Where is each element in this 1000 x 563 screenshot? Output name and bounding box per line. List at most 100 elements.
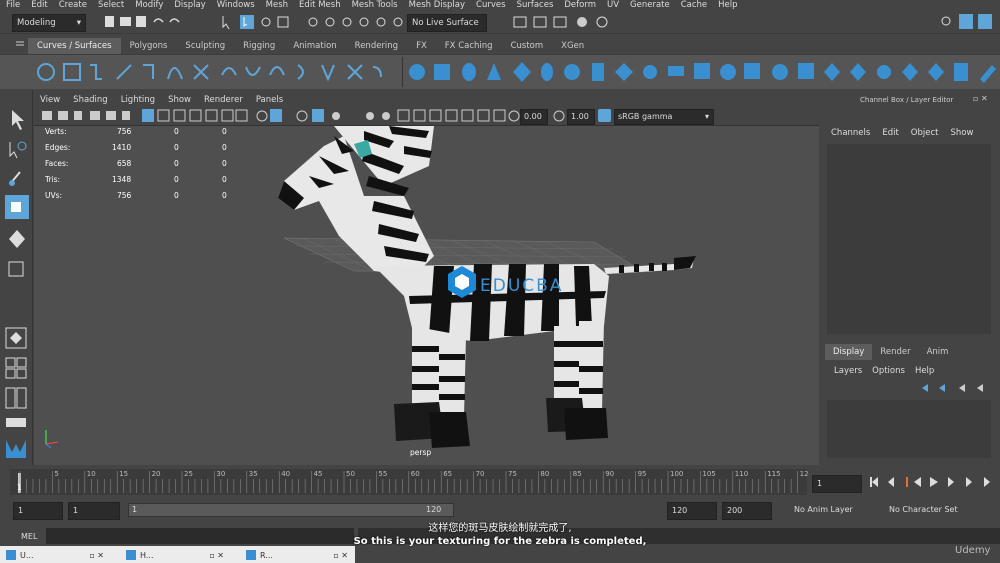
layer-menu: Layers Options Help [834, 366, 934, 376]
timeline-tick-label: 115 [767, 470, 780, 478]
menu-mesh[interactable]: Mesh [266, 0, 288, 10]
channel-box-menu: Channels Edit Object Show [831, 128, 973, 138]
tab-rendering[interactable]: Rendering [345, 38, 408, 54]
current-frame-field[interactable]: 1 [812, 475, 862, 493]
tab-custom[interactable]: Custom [501, 38, 553, 54]
udemy-watermark: Udemy [955, 545, 991, 556]
status-line: Modeling ▾ No Live Surface [0, 10, 1000, 34]
tab-display[interactable]: Display [825, 344, 873, 360]
close-icon[interactable]: ▫ ✕ [209, 551, 224, 560]
tab-sculpting[interactable]: Sculpting [176, 38, 235, 54]
menu-select[interactable]: Select [98, 0, 124, 10]
timeline-tick-label: 40 [281, 470, 290, 478]
menu-mesh-tools[interactable]: Mesh Tools [352, 0, 398, 10]
vp-menu-panels[interactable]: Panels [256, 95, 283, 105]
anim-start-field[interactable]: 1 [13, 502, 63, 520]
live-surface-field[interactable]: No Live Surface [407, 14, 487, 32]
panel-float-icon[interactable]: ▫ ✕ [973, 94, 988, 103]
menu-surfaces[interactable]: Surfaces [517, 0, 554, 10]
mode-label: Modeling [17, 18, 56, 28]
shelf-icons [0, 54, 1000, 89]
vp-menu-show[interactable]: Show [168, 95, 191, 105]
cb-menu-edit[interactable]: Edit [882, 128, 898, 138]
close-icon[interactable]: ▫ ✕ [333, 551, 348, 560]
menu-modify[interactable]: Modify [135, 0, 163, 10]
tab-anim[interactable]: Anim [919, 344, 957, 360]
timeline-tick-label: 90 [605, 470, 614, 478]
viewport-menu: View Shading Lighting Show Renderer Pane… [34, 94, 819, 106]
taskbar-item[interactable]: H... ▫ ✕ [120, 548, 228, 562]
taskbar-item[interactable]: U... ▫ ✕ [0, 548, 108, 562]
close-icon[interactable]: ▫ ✕ [89, 551, 104, 560]
layout-outliner-icon[interactable] [6, 418, 26, 427]
layout-four-icon[interactable] [5, 357, 16, 368]
cb-menu-channels[interactable]: Channels [831, 128, 870, 138]
vp-menu-view[interactable]: View [40, 95, 60, 105]
chevron-down-icon: ▾ [76, 18, 81, 28]
vp-menu-shading[interactable]: Shading [73, 95, 108, 105]
anim-layer-dropdown[interactable]: No Anim Layer [794, 505, 853, 514]
viewport-toolbar-icons[interactable] [40, 106, 520, 126]
layer-menu-help[interactable]: Help [915, 366, 934, 376]
anim-end-value: 200 [727, 506, 743, 515]
menu-windows[interactable]: Windows [217, 0, 255, 10]
menu-deform[interactable]: Deform [564, 0, 596, 10]
color-space-dropdown[interactable]: sRGB gamma ▾ [614, 109, 714, 125]
select-tool-icon[interactable] [12, 110, 24, 130]
taskbar-item[interactable]: R... ▫ ✕ [240, 548, 352, 562]
tab-rigging[interactable]: Rigging [234, 38, 285, 54]
maya-logo-icon [6, 440, 26, 458]
timeline-tick-label: 55 [378, 470, 387, 478]
menu-file[interactable]: File [6, 0, 20, 10]
range-bar[interactable]: 1 120 [128, 503, 454, 517]
layer-buttons[interactable] [919, 382, 999, 394]
snap-icons[interactable] [305, 14, 405, 30]
gamma-field[interactable]: 1.00 [567, 109, 595, 125]
render-icons[interactable] [498, 14, 628, 30]
character-set-dropdown[interactable]: No Character Set [889, 505, 958, 514]
rotate-tool-icon[interactable] [9, 230, 25, 248]
selection-mask-icons[interactable] [220, 14, 300, 30]
layer-menu-layers[interactable]: Layers [834, 366, 862, 376]
layer-menu-options[interactable]: Options [872, 366, 905, 376]
menu-generate[interactable]: Generate [630, 0, 670, 10]
exposure-value: 0.00 [524, 112, 542, 121]
tab-animation[interactable]: Animation [284, 38, 346, 54]
exposure-field[interactable]: 0.00 [520, 109, 548, 125]
anim-end-field[interactable]: 200 [722, 502, 772, 520]
playback-start-field[interactable]: 1 [68, 502, 120, 520]
tab-xgen[interactable]: XGen [552, 38, 594, 54]
playback-controls[interactable] [868, 475, 1000, 489]
tab-curves-surfaces[interactable]: Curves / Surfaces [28, 38, 121, 54]
file-icons[interactable] [104, 15, 189, 29]
cb-menu-object[interactable]: Object [911, 128, 939, 138]
menu-display[interactable]: Display [174, 0, 205, 10]
vp-menu-renderer[interactable]: Renderer [204, 95, 243, 105]
mode-dropdown[interactable]: Modeling ▾ [12, 14, 86, 32]
menu-help[interactable]: Help [718, 0, 737, 10]
vp-menu-lighting[interactable]: Lighting [121, 95, 155, 105]
menu-uv[interactable]: UV [607, 0, 619, 10]
tab-render[interactable]: Render [872, 344, 918, 360]
curve-surface-tools[interactable] [0, 55, 1000, 90]
scale-tool-icon[interactable] [8, 261, 24, 277]
color-management-icon[interactable] [598, 109, 611, 122]
menu-cache[interactable]: Cache [681, 0, 707, 10]
menu-mesh-display[interactable]: Mesh Display [409, 0, 465, 10]
gamma-icon[interactable] [552, 109, 566, 123]
playback-end-field[interactable]: 120 [667, 502, 717, 520]
chevron-down-icon: ▾ [704, 112, 709, 121]
menu-edit-mesh[interactable]: Edit Mesh [299, 0, 341, 10]
tab-fx-caching[interactable]: FX Caching [435, 38, 502, 54]
layout-two-icon[interactable] [5, 387, 16, 409]
lasso-tool-icon[interactable] [9, 142, 18, 159]
menu-create[interactable]: Create [59, 0, 87, 10]
time-slider[interactable]: 5 10 15 20 25 30 35 40 45 50 55 60 65 70 75 80 85 90 95 100… [0, 467, 1000, 497]
timeline-tick-label: 75 [508, 470, 517, 478]
workspace-icons[interactable] [938, 12, 1000, 32]
cb-menu-show[interactable]: Show [950, 128, 973, 138]
menu-curves[interactable]: Curves [476, 0, 506, 10]
tab-fx[interactable]: FX [407, 38, 436, 54]
menu-edit[interactable]: Edit [31, 0, 47, 10]
tab-polygons[interactable]: Polygons [120, 38, 177, 54]
